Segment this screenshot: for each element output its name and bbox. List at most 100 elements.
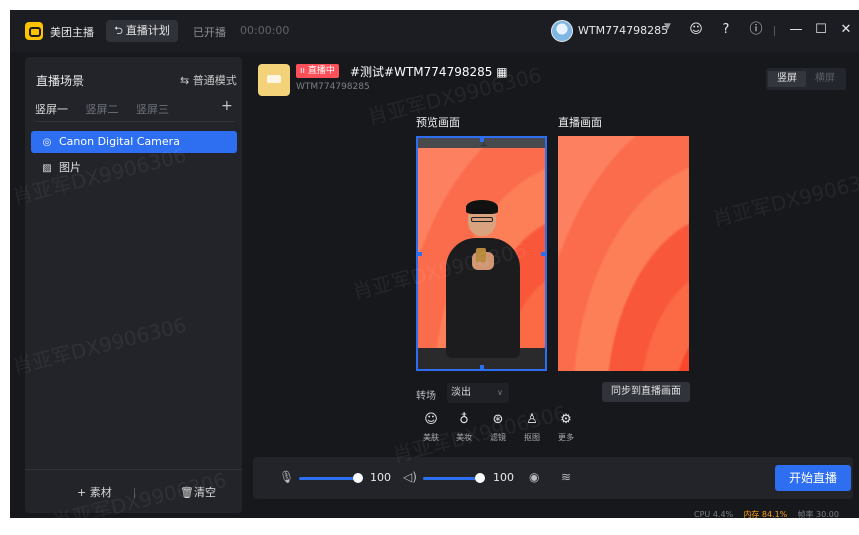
- tool-label: 美妆: [456, 433, 472, 442]
- speaker-volume-value: 100: [493, 471, 514, 484]
- more-button[interactable]: ⚙ 更多: [551, 412, 581, 443]
- streamer-hair: [466, 200, 498, 214]
- watermark: 肖亚军DX9906306: [710, 164, 859, 232]
- beauty-skin-button[interactable]: ☺ 美肤: [416, 412, 446, 443]
- mic-volume-value: 100: [370, 471, 391, 484]
- transition-label: 转场: [416, 391, 436, 402]
- camera-icon: ◎: [42, 137, 52, 148]
- scene-tab-1[interactable]: 竖屏一: [35, 101, 68, 117]
- user-avatar[interactable]: [551, 20, 573, 42]
- room-cover-thumbnail[interactable]: [258, 64, 290, 96]
- footer-divider: [134, 488, 135, 498]
- add-scene-icon[interactable]: +: [221, 98, 233, 114]
- live-plan-label: 直播计划: [125, 24, 170, 37]
- source-item-image[interactable]: ▨ 图片: [31, 157, 237, 179]
- orange-background-image: [558, 136, 689, 371]
- room-id: WTM774798285: [296, 82, 370, 92]
- minimize-icon[interactable]: —: [786, 20, 806, 40]
- makeup-icon: ♁: [459, 412, 469, 427]
- cutout-icon: ♙: [526, 412, 538, 427]
- transition-value: 淡出: [451, 387, 471, 398]
- resize-handle-right[interactable]: [541, 252, 545, 256]
- mode-switch-button[interactable]: ⇆ 普通模式: [180, 72, 237, 88]
- tool-label: 美肤: [423, 433, 439, 442]
- sync-to-live-button[interactable]: 同步到直播画面: [602, 382, 690, 402]
- username[interactable]: WTM774798285: [578, 24, 668, 37]
- speaker-volume-knob[interactable]: [475, 473, 485, 483]
- mode-label: 普通模式: [192, 74, 237, 87]
- tool-label: 抠图: [524, 433, 540, 442]
- more-settings-icon: ⚙: [560, 412, 572, 427]
- mic-volume-knob[interactable]: [353, 473, 363, 483]
- app-window: 美团主播 ⮌ 直播计划 已开播 00:00:00 WTM774798285 ▼ ☺…: [10, 10, 859, 534]
- live-view-canvas: [558, 136, 689, 371]
- trash-icon: 🗑: [180, 486, 194, 499]
- plus-icon: +: [77, 486, 90, 499]
- live-wave-icon: ıı: [300, 66, 308, 76]
- record-icon[interactable]: ◉: [529, 470, 539, 484]
- source-label: 图片: [59, 161, 81, 174]
- portrait-button[interactable]: 竖屏: [768, 71, 806, 87]
- speaker-icon[interactable]: ◁): [403, 470, 417, 484]
- close-icon[interactable]: ✕: [836, 20, 856, 40]
- scene-tab-3[interactable]: 竖屏三: [136, 101, 169, 117]
- start-live-button[interactable]: 开始直播: [775, 465, 851, 491]
- performance-status: CPU 4.4% 内存 84.1% 帧率 30.00: [694, 509, 839, 520]
- maximize-icon[interactable]: ☐: [811, 20, 831, 40]
- chevron-down-icon: ∨: [497, 388, 503, 397]
- return-arrow-icon: ⮌: [114, 24, 123, 37]
- speaker-volume-slider[interactable]: [423, 477, 479, 480]
- audio-control-bar: 🎙 100 ◁) 100 ◉ ≋ 开始直播: [253, 457, 853, 499]
- titlebar-divider: [774, 26, 775, 36]
- transition-select[interactable]: 淡出 ∨: [447, 383, 509, 403]
- cutout-button[interactable]: ♙ 抠图: [517, 412, 547, 443]
- tool-label: 更多: [558, 433, 574, 442]
- scene-tab-2[interactable]: 竖屏二: [86, 101, 119, 117]
- resize-handle-top[interactable]: [480, 138, 484, 142]
- scene-panel-footer: + 素材 🗑清空: [25, 469, 242, 513]
- add-material-button[interactable]: + 素材: [77, 484, 112, 500]
- audio-settings-icon[interactable]: ≋: [561, 470, 571, 484]
- chevron-down-icon[interactable]: ▼: [664, 22, 671, 32]
- filter-button[interactable]: ⊛ 滤镜: [483, 412, 513, 443]
- scene-panel-title: 直播场景: [36, 74, 85, 88]
- phone: [476, 248, 486, 262]
- resize-handle-bottom[interactable]: [480, 365, 484, 369]
- tool-label: 滤镜: [490, 433, 506, 442]
- title-bar: 美团主播 ⮌ 直播计划 已开播 00:00:00 WTM774798285 ▼ ☺…: [10, 10, 859, 52]
- preview-canvas[interactable]: ⊥: [416, 136, 547, 371]
- feedback-icon[interactable]: ☺: [686, 20, 706, 40]
- makeup-button[interactable]: ♁ 美妆: [449, 412, 479, 443]
- beauty-skin-icon: ☺: [424, 412, 438, 427]
- landscape-button[interactable]: 横屏: [806, 71, 844, 87]
- broadcast-timer: 00:00:00: [240, 24, 290, 37]
- live-view-label: 直播画面: [558, 116, 602, 129]
- preview-label: 预览画面: [416, 116, 460, 129]
- resize-handle-left[interactable]: [418, 252, 422, 256]
- room-title: #测试#WTM774798285 ▦: [350, 63, 508, 80]
- qr-code-icon[interactable]: ▦: [492, 65, 507, 79]
- scene-panel: 直播场景 ⇆ 普通模式 竖屏一 竖屏二 竖屏三 + ◎ Canon Digital…: [25, 57, 242, 513]
- info-icon[interactable]: ⓘ: [746, 20, 766, 40]
- live-badge-label: 直播中: [307, 66, 335, 76]
- divider: [35, 121, 235, 122]
- clear-label: 清空: [193, 486, 216, 499]
- app-logo-icon: [25, 22, 43, 40]
- app-name: 美团主播: [50, 26, 94, 39]
- streamer-glasses: [471, 217, 493, 222]
- orientation-toggle: 竖屏 横屏: [766, 68, 846, 90]
- live-plan-button[interactable]: ⮌ 直播计划: [106, 20, 178, 42]
- mic-volume-slider[interactable]: [299, 477, 357, 480]
- microphone-icon[interactable]: 🎙: [279, 470, 294, 484]
- room-title-text: #测试#WTM774798285: [350, 65, 493, 79]
- image-icon: ▨: [42, 163, 52, 174]
- live-status-badge: ıı 直播中: [296, 64, 339, 78]
- source-item-camera[interactable]: ◎ Canon Digital Camera: [31, 131, 237, 153]
- clear-button[interactable]: 🗑清空: [180, 484, 216, 500]
- source-label: Canon Digital Camera: [59, 135, 180, 148]
- filter-icon: ⊛: [492, 412, 504, 427]
- broadcast-status: 已开播: [193, 26, 226, 39]
- switch-icon: ⇆: [180, 74, 193, 87]
- scene-tabs: 竖屏一 竖屏二 竖屏三: [35, 101, 183, 117]
- help-icon[interactable]: ?: [716, 20, 736, 40]
